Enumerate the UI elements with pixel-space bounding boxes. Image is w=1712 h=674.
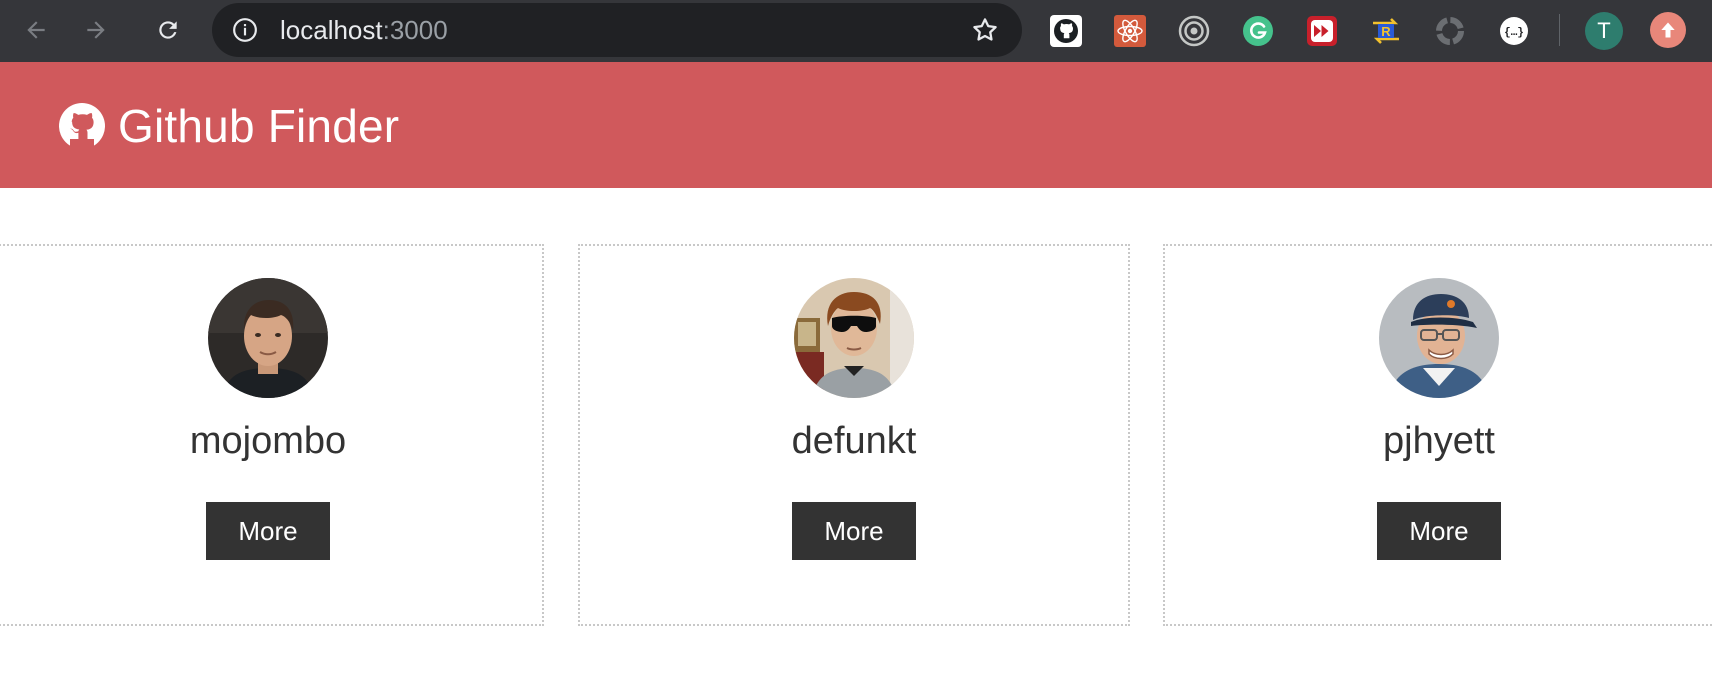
redux-devtools-icon[interactable]: R: [1369, 14, 1403, 48]
grammarly-icon[interactable]: [1241, 14, 1275, 48]
more-button[interactable]: More: [792, 502, 916, 560]
url-host: localhost: [280, 15, 383, 45]
browser-toolbar: localhost:3000 R {…} T: [0, 0, 1712, 62]
fast-forward-extension-icon[interactable]: [1305, 14, 1339, 48]
github-extension-icon[interactable]: [1049, 14, 1083, 48]
github-icon: [59, 103, 105, 150]
reload-button[interactable]: [150, 12, 186, 48]
avatar-pjhyett: [1379, 278, 1499, 398]
loading-extension-icon[interactable]: [1433, 14, 1467, 48]
info-icon[interactable]: [232, 17, 258, 43]
user-card: defunkt More: [578, 244, 1130, 626]
json-viewer-icon[interactable]: {…}: [1497, 14, 1531, 48]
more-button[interactable]: More: [1377, 502, 1501, 560]
brand: Github Finder: [58, 100, 399, 152]
react-devtools-icon[interactable]: [1113, 14, 1147, 48]
target-extension-icon[interactable]: [1177, 14, 1211, 48]
back-button[interactable]: [18, 12, 54, 48]
update-button[interactable]: [1650, 12, 1686, 48]
reload-icon: [159, 21, 177, 39]
avatar: [208, 278, 328, 398]
address-bar[interactable]: localhost:3000: [212, 3, 1022, 57]
arrow-up-icon: [1661, 22, 1675, 38]
url-port: :3000: [382, 15, 448, 45]
users-grid: mojombo More defunkt More pjhyett More: [0, 244, 1712, 626]
svg-text:{…}: {…}: [1504, 27, 1524, 39]
user-login: mojombo: [189, 420, 347, 462]
toolbar-divider: [1559, 14, 1560, 46]
user-login: pjhyett: [1383, 420, 1495, 462]
more-button[interactable]: More: [206, 502, 330, 560]
arrow-right-icon: [87, 21, 105, 39]
forward-button[interactable]: [78, 12, 114, 48]
star-icon[interactable]: [970, 15, 1000, 45]
profile-avatar[interactable]: T: [1585, 12, 1623, 50]
svg-text:R: R: [1381, 24, 1391, 39]
user-card: pjhyett More: [1163, 244, 1712, 626]
app-navbar: Github Finder: [0, 62, 1712, 188]
avatar: [1379, 278, 1499, 398]
avatar: [794, 278, 914, 398]
url-text[interactable]: localhost:3000: [280, 16, 448, 44]
arrow-left-icon: [27, 21, 45, 39]
avatar-mojombo: [208, 278, 328, 398]
user-card: mojombo More: [0, 244, 544, 626]
user-login: defunkt: [791, 420, 917, 462]
avatar-defunkt: [794, 278, 914, 398]
app-title: Github Finder: [118, 100, 400, 152]
